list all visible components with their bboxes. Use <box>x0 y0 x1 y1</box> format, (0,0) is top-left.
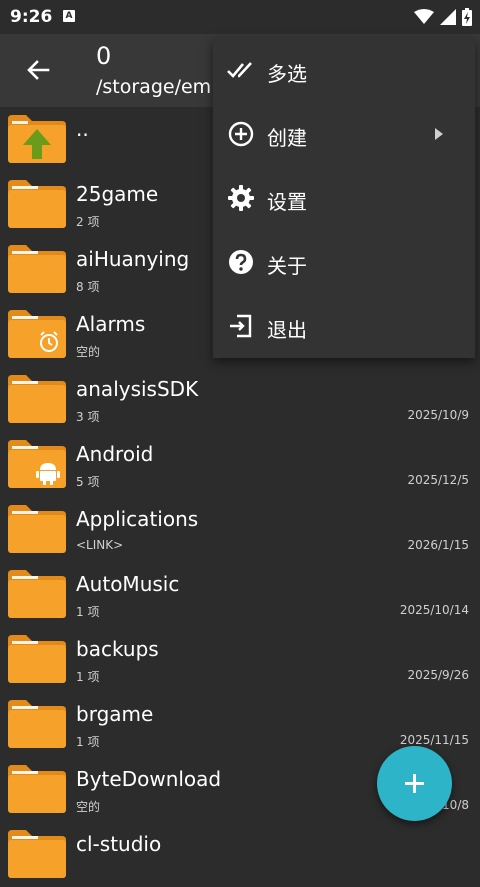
back-arrow-icon[interactable] <box>24 56 52 84</box>
item-count: 空的 <box>76 800 101 814</box>
list-item[interactable]: Android 5 项 2025/12/5 <box>0 432 480 497</box>
item-count: 1 项 <box>76 670 100 684</box>
current-path: /storage/em <box>96 76 212 98</box>
item-count: 1 项 <box>76 735 100 749</box>
submenu-arrow-icon <box>435 128 443 140</box>
file-name: Applications <box>76 507 199 531</box>
file-name: brgame <box>76 702 154 726</box>
menu-item-label: 创建 <box>267 126 307 150</box>
list-item[interactable]: Applications <LINK> 2026/1/15 <box>0 497 480 562</box>
folder-icon <box>8 635 66 683</box>
menu-item-label: 多选 <box>267 62 307 86</box>
clock: 9:26 <box>10 7 53 27</box>
folder-icon <box>8 180 66 228</box>
page-title: 0 <box>96 42 112 70</box>
file-name: AutoMusic <box>76 572 180 596</box>
item-count: 1 项 <box>76 605 100 619</box>
status-bar: 9:26 A <box>0 0 480 34</box>
file-name: cl-studio <box>76 832 162 856</box>
folder-icon <box>8 700 66 748</box>
file-name: analysisSDK <box>76 377 199 401</box>
item-count: 3 项 <box>76 410 100 424</box>
folder-icon <box>8 245 66 293</box>
status-icons <box>414 8 472 26</box>
item-count: 5 项 <box>76 475 100 489</box>
menu-item-create[interactable]: 创建 <box>213 102 475 166</box>
folder-alarm-icon <box>8 310 66 358</box>
help-icon <box>229 250 253 274</box>
file-name: aiHuanying <box>76 247 190 271</box>
file-name: Android <box>76 442 154 466</box>
menu-item-label: 退出 <box>267 318 307 342</box>
modified-date: 2025/10/9 <box>407 408 469 422</box>
item-count: 空的 <box>76 345 101 359</box>
modified-date: 2026/1/15 <box>407 538 469 552</box>
list-item[interactable]: backups 1 项 2025/9/26 <box>0 627 480 692</box>
add-circle-icon <box>228 121 254 147</box>
list-item[interactable]: analysisSDK 3 项 2025/10/9 <box>0 367 480 432</box>
folder-icon <box>8 375 66 423</box>
item-count: 8 项 <box>76 280 100 294</box>
gear-icon <box>228 185 254 211</box>
battery-icon <box>462 8 472 26</box>
item-count: <LINK> <box>76 538 124 552</box>
menu-item-about[interactable]: 关于 <box>213 230 475 294</box>
list-item[interactable]: AutoMusic 1 项 2025/10/14 <box>0 562 480 627</box>
file-name: .. <box>76 117 89 141</box>
folder-icon <box>8 830 66 878</box>
item-count: 2 项 <box>76 215 100 229</box>
folder-icon <box>8 570 66 618</box>
modified-date: 2025/9/26 <box>407 668 469 682</box>
menu-item-label: 设置 <box>267 190 307 214</box>
signal-icon <box>440 9 456 25</box>
menu-item-label: 关于 <box>267 254 307 278</box>
file-name: Alarms <box>76 312 146 336</box>
list-item[interactable]: cl-studio <box>0 822 480 887</box>
folder-up-icon <box>8 115 66 163</box>
file-name: backups <box>76 637 159 661</box>
modified-date: 2025/10/14 <box>399 603 469 617</box>
file-name: ByteDownload <box>76 767 222 791</box>
folder-android-icon <box>8 440 66 488</box>
modified-date: 2025/12/5 <box>407 473 469 487</box>
folder-icon <box>8 765 66 813</box>
notification-badge-icon: A <box>63 10 75 22</box>
wifi-icon <box>414 9 434 24</box>
file-name: 25game <box>76 182 159 206</box>
exit-icon <box>230 314 252 338</box>
menu-item-exit[interactable]: 退出 <box>213 294 475 358</box>
plus-icon-vertical <box>413 774 416 793</box>
add-fab-button[interactable] <box>377 746 452 821</box>
folder-icon <box>8 505 66 553</box>
modified-date: 2025/11/15 <box>399 733 469 747</box>
menu-item-settings[interactable]: 设置 <box>213 166 475 230</box>
double-check-icon <box>227 62 252 78</box>
menu-item-multiselect[interactable]: 多选 <box>213 38 475 102</box>
overflow-menu: 多选 创建 设置 关于 退出 <box>213 38 475 358</box>
